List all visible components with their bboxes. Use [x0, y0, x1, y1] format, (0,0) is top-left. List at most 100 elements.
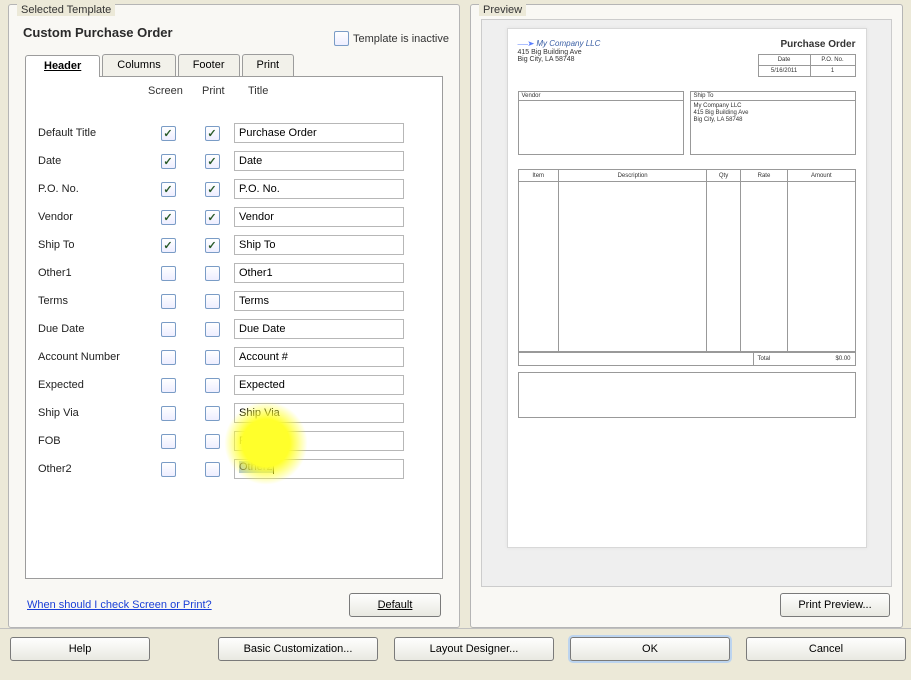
preview-item-cell [740, 182, 787, 352]
title-input[interactable] [234, 375, 404, 395]
title-input[interactable] [234, 347, 404, 367]
title-input[interactable] [234, 263, 404, 283]
preview-vendor-label: Vendor [519, 92, 683, 101]
header-row: P.O. No. [38, 175, 430, 203]
screen-checkbox[interactable] [161, 434, 176, 449]
title-input[interactable] [234, 431, 404, 451]
preview-item-cell [558, 182, 706, 352]
preview-meta-table: Date P.O. No. 5/16/2011 1 [758, 54, 856, 77]
row-label: Ship Via [38, 407, 146, 419]
tab-header[interactable]: Header [25, 55, 100, 77]
preview-shipto-box: Ship To My Company LLC415 Big Building A… [690, 91, 856, 155]
row-label: Other2 [38, 463, 146, 475]
screen-checkbox[interactable] [161, 154, 176, 169]
preview-item-col: Item [518, 170, 558, 182]
screen-print-help-link[interactable]: When should I check Screen or Print? [27, 599, 212, 611]
screen-checkbox[interactable] [161, 350, 176, 365]
header-row: Ship To [38, 231, 430, 259]
screen-checkbox[interactable] [161, 238, 176, 253]
screen-checkbox[interactable] [161, 322, 176, 337]
preview-item-cell [707, 182, 741, 352]
print-checkbox[interactable] [205, 182, 220, 197]
ok-button[interactable]: OK [570, 637, 730, 661]
title-input[interactable] [234, 207, 404, 227]
preview-vendor-box: Vendor [518, 91, 684, 155]
row-label: Due Date [38, 323, 146, 335]
header-row: FOB [38, 427, 430, 455]
template-inactive-label: Template is inactive [353, 33, 449, 45]
title-input[interactable] [234, 151, 404, 171]
print-checkbox[interactable] [205, 350, 220, 365]
print-checkbox[interactable] [205, 378, 220, 393]
preview-area: ⎯⎯⎯➤ My Company LLC 415 Big Building Ave… [481, 19, 892, 587]
preview-item-col: Description [558, 170, 706, 182]
help-button[interactable]: Help [10, 637, 150, 661]
preview-item-col: Amount [788, 170, 855, 182]
print-checkbox[interactable] [205, 462, 220, 477]
column-header-title: Title [248, 85, 268, 97]
layout-designer-button[interactable]: Layout Designer... [394, 637, 554, 661]
row-label: Account Number [38, 351, 146, 363]
print-preview-button[interactable]: Print Preview... [780, 593, 890, 617]
preview-item-cell [788, 182, 855, 352]
header-row: Terms [38, 287, 430, 315]
preview-shipto-line: Big City, LA 58748 [694, 117, 852, 124]
screen-checkbox[interactable] [161, 266, 176, 281]
screen-checkbox[interactable] [161, 406, 176, 421]
row-label: Date [38, 155, 146, 167]
preview-shipto-line: My Company LLC [694, 103, 852, 110]
row-label: Terms [38, 295, 146, 307]
preview-items-table: ItemDescriptionQtyRateAmount [518, 169, 856, 352]
tab-body: Screen Print Title Default TitleDateP.O.… [25, 76, 443, 579]
default-button[interactable]: Default [349, 593, 441, 617]
preview-pane: Preview ⎯⎯⎯➤ My Company LLC 415 Big Buil… [470, 4, 903, 628]
print-checkbox[interactable] [205, 266, 220, 281]
preview-company-name: My Company LLC [536, 39, 600, 48]
print-checkbox[interactable] [205, 154, 220, 169]
template-inactive-checkbox[interactable] [334, 31, 349, 46]
print-checkbox[interactable] [205, 406, 220, 421]
screen-checkbox[interactable] [161, 294, 176, 309]
print-checkbox[interactable] [205, 322, 220, 337]
header-row: Account Number [38, 343, 430, 371]
preview-item-col: Rate [740, 170, 787, 182]
title-input[interactable] [234, 291, 404, 311]
screen-checkbox[interactable] [161, 182, 176, 197]
print-checkbox[interactable] [205, 294, 220, 309]
title-input[interactable] [234, 235, 404, 255]
basic-customization-button[interactable]: Basic Customization... [218, 637, 378, 661]
header-row: Ship Via [38, 399, 430, 427]
title-input[interactable] [234, 123, 404, 143]
header-row: Default Title [38, 119, 430, 147]
print-checkbox[interactable] [205, 434, 220, 449]
preview-total-value: $0.00 [835, 356, 850, 362]
tab-print[interactable]: Print [242, 54, 295, 76]
print-checkbox[interactable] [205, 238, 220, 253]
header-row: Other2 Other2 [38, 455, 430, 483]
screen-checkbox[interactable] [161, 378, 176, 393]
title-input[interactable] [234, 403, 404, 423]
tab-columns[interactable]: Columns [102, 54, 175, 76]
preview-meta-po-value: 1 [810, 66, 855, 77]
print-checkbox[interactable] [205, 210, 220, 225]
preview-legend: Preview [479, 4, 526, 16]
row-label: Other1 [38, 267, 146, 279]
row-label: FOB [38, 435, 146, 447]
cancel-button[interactable]: Cancel [746, 637, 906, 661]
screen-checkbox[interactable] [161, 210, 176, 225]
print-checkbox[interactable] [205, 126, 220, 141]
selected-template-pane: Selected Template Custom Purchase Order … [8, 4, 460, 628]
header-row: Due Date [38, 315, 430, 343]
title-input[interactable] [234, 319, 404, 339]
template-inactive-wrap: Template is inactive [334, 31, 449, 46]
title-input[interactable]: Other2 [234, 459, 404, 479]
preview-document: ⎯⎯⎯➤ My Company LLC 415 Big Building Ave… [507, 28, 867, 548]
screen-checkbox[interactable] [161, 462, 176, 477]
preview-addr1: 415 Big Building Ave [518, 49, 601, 56]
preview-addr2: Big City, LA 58748 [518, 56, 601, 63]
screen-checkbox[interactable] [161, 126, 176, 141]
tab-footer[interactable]: Footer [178, 54, 240, 76]
header-row: Date [38, 147, 430, 175]
preview-meta-date-label: Date [758, 55, 810, 66]
title-input[interactable] [234, 179, 404, 199]
